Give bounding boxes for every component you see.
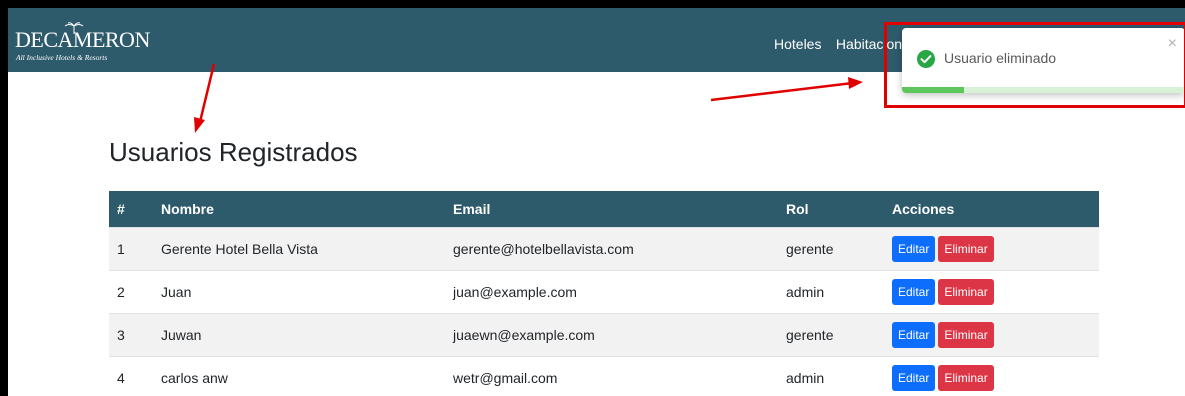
col-header-name: Nombre: [153, 191, 445, 228]
col-header-actions: Acciones: [884, 191, 1099, 228]
edit-button[interactable]: Editar: [892, 279, 936, 305]
cell-name: Gerente Hotel Bella Vista: [153, 227, 445, 271]
delete-button[interactable]: Eliminar: [938, 322, 994, 348]
annotation-arrow-right: [710, 81, 854, 102]
cell-actions: Editar Eliminar: [884, 313, 1099, 357]
cell-role: admin: [778, 270, 884, 314]
cell-name: carlos anw: [153, 356, 445, 396]
cell-email: wetr@gmail.com: [445, 356, 778, 396]
cell-actions: Editar Eliminar: [884, 227, 1099, 271]
users-table: # Nombre Email Rol Acciones 1 Gerente Ho…: [109, 191, 1099, 396]
cell-email: gerente@hotelbellavista.com: [445, 227, 778, 271]
table-row: 3 Juwan juaewn@example.com gerente Edita…: [109, 313, 1099, 357]
close-icon[interactable]: ×: [1168, 36, 1177, 52]
annotation-arrowhead-left: [194, 117, 205, 133]
cell-number: 4: [109, 356, 153, 396]
brand-name: DECAMERON: [15, 27, 150, 52]
delete-button[interactable]: Eliminar: [938, 365, 994, 391]
toast-progress-bar: [902, 87, 965, 93]
col-header-email: Email: [445, 191, 778, 228]
cell-actions: Editar Eliminar: [884, 270, 1099, 314]
cell-number: 1: [109, 227, 153, 271]
page-title: Usuarios Registrados: [109, 137, 358, 167]
edit-button[interactable]: Editar: [892, 365, 936, 391]
cell-actions: Editar Eliminar: [884, 356, 1099, 396]
check-circle-icon: [917, 50, 935, 68]
nav-links: Hoteles Habitacion: [774, 34, 912, 54]
col-header-number: #: [109, 191, 153, 228]
cell-email: juan@example.com: [445, 270, 778, 314]
delete-button[interactable]: Eliminar: [938, 279, 994, 305]
nav-link-hoteles[interactable]: Hoteles: [774, 36, 821, 52]
table-row: 4 carlos anw wetr@gmail.com admin Editar…: [109, 356, 1099, 396]
cell-name: Juwan: [153, 313, 445, 357]
cell-number: 3: [109, 313, 153, 357]
cell-name: Juan: [153, 270, 445, 314]
cell-number: 2: [109, 270, 153, 314]
edit-button[interactable]: Editar: [892, 236, 936, 262]
delete-button[interactable]: Eliminar: [938, 236, 994, 262]
cell-role: gerente: [778, 227, 884, 271]
brand-tagline: All Inclusive Hotels & Resorts: [16, 53, 108, 62]
cell-role: admin: [778, 356, 884, 396]
edit-button[interactable]: Editar: [892, 322, 936, 348]
page: DECAMERON All Inclusive Hotels & Resorts…: [8, 8, 1185, 396]
success-toast: Usuario eliminado ×: [902, 28, 1185, 93]
cell-role: gerente: [778, 313, 884, 357]
nav-link-habitaciones[interactable]: Habitacion: [836, 36, 902, 52]
toast-message: Usuario eliminado: [944, 50, 1057, 66]
annotation-arrowhead-right: [848, 77, 863, 89]
brand-logo[interactable]: DECAMERON All Inclusive Hotels & Resorts: [15, 22, 155, 62]
table-row: 2 Juan juan@example.com admin Editar Elim…: [109, 270, 1099, 314]
col-header-role: Rol: [778, 191, 884, 228]
table-header-row: # Nombre Email Rol Acciones: [109, 191, 1099, 228]
table-row: 1 Gerente Hotel Bella Vista gerente@hote…: [109, 227, 1099, 271]
cell-email: juaewn@example.com: [445, 313, 778, 357]
annotation-arrow-left: [197, 63, 216, 127]
